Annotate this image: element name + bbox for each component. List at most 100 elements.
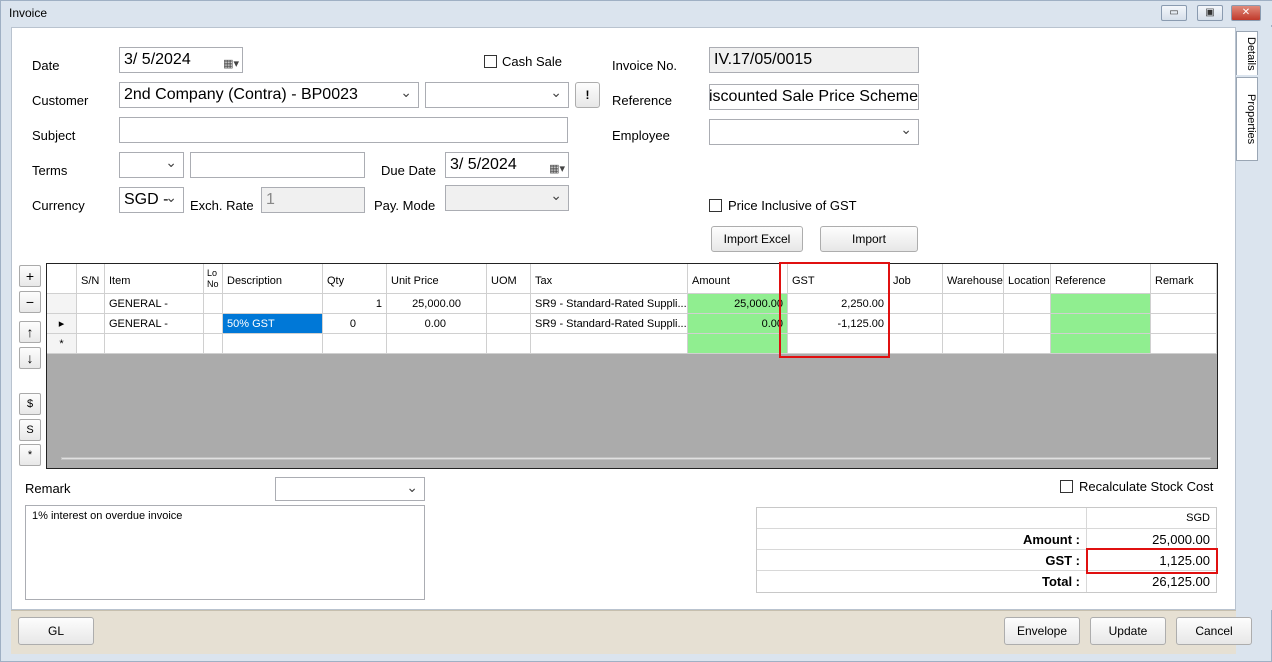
cell-reference[interactable] (1051, 334, 1151, 354)
update-button[interactable]: Update (1090, 617, 1166, 645)
cell-qty[interactable]: 0 (323, 314, 387, 334)
date-picker[interactable]: 3/ 5/2024 ▦▾ (119, 47, 243, 73)
star-button[interactable]: * (19, 444, 41, 466)
employee-select[interactable] (709, 119, 919, 145)
cell-tax[interactable]: SR9 - Standard-Rated Suppli... (531, 294, 688, 314)
move-up-button[interactable]: ↑ (19, 321, 41, 343)
table-row-new[interactable]: * (47, 334, 1217, 354)
cell-description[interactable] (223, 334, 323, 354)
due-date-picker[interactable]: 3/ 5/2024 ▦▾ (445, 152, 569, 178)
customer-secondary-select[interactable] (425, 82, 569, 108)
cell-unit-price[interactable]: 25,000.00 (387, 294, 487, 314)
cell-uom[interactable] (487, 294, 531, 314)
cell-job[interactable] (889, 294, 943, 314)
col-header-sn[interactable]: S/N (77, 264, 105, 294)
col-header-item[interactable]: Item (105, 264, 204, 294)
col-header-unit-price[interactable]: Unit Price (387, 264, 487, 294)
horizontal-scrollbar[interactable] (61, 457, 1211, 460)
reference-field[interactable]: Discounted Sale Price Scheme (709, 84, 919, 110)
col-header-tax[interactable]: Tax (531, 264, 688, 294)
col-header-uom[interactable]: UOM (487, 264, 531, 294)
customer-alert-button[interactable]: ! (575, 82, 600, 108)
cell-item[interactable] (105, 334, 204, 354)
col-header-amount[interactable]: Amount (688, 264, 788, 294)
minimize-button[interactable]: ▭ (1161, 5, 1187, 21)
cell-lot-no[interactable] (204, 314, 223, 334)
cell-item[interactable]: GENERAL - (105, 314, 204, 334)
move-down-button[interactable]: ↓ (19, 347, 41, 369)
col-header-qty[interactable]: Qty (323, 264, 387, 294)
cell-location[interactable] (1004, 294, 1051, 314)
cell-unit-price[interactable] (387, 334, 487, 354)
restore-button[interactable]: ▣ (1197, 5, 1223, 21)
cell-uom[interactable] (487, 334, 531, 354)
cell-uom[interactable] (487, 314, 531, 334)
cell-description[interactable]: 50% GST (223, 314, 323, 334)
remark-textarea[interactable]: 1% interest on overdue invoice (25, 505, 425, 600)
price-inclusive-gst-checkbox[interactable] (709, 199, 722, 212)
cell-sn[interactable] (77, 334, 105, 354)
s-button[interactable]: S (19, 419, 41, 441)
cell-remark[interactable] (1151, 314, 1217, 334)
currency-select[interactable]: SGD - (119, 187, 184, 213)
col-header-reference[interactable]: Reference (1051, 264, 1151, 294)
table-row[interactable]: GENERAL - 1 25,000.00 SR9 - Standard-Rat… (47, 294, 1217, 314)
cell-remark[interactable] (1151, 294, 1217, 314)
tab-details[interactable]: Details (1236, 31, 1258, 75)
recalculate-stock-cost-checkbox[interactable] (1060, 480, 1073, 493)
cancel-button[interactable]: Cancel (1176, 617, 1252, 645)
col-header-job[interactable]: Job (889, 264, 943, 294)
subject-field[interactable] (119, 117, 568, 143)
customer-select[interactable]: 2nd Company (Contra) - BP0023 (119, 82, 419, 108)
cell-lot-no[interactable] (204, 294, 223, 314)
table-row[interactable]: ▸ GENERAL - 50% GST 0 0.00 SR9 - Standar… (47, 314, 1217, 334)
exch-rate-field[interactable]: 1 (261, 187, 365, 213)
cell-location[interactable] (1004, 334, 1051, 354)
calendar-dropdown-icon[interactable]: ▦▾ (549, 157, 565, 177)
cell-tax[interactable] (531, 334, 688, 354)
invoice-no-field[interactable]: IV.17/05/0015 (709, 47, 919, 73)
cell-sn[interactable] (77, 314, 105, 334)
cash-sale-checkbox[interactable] (484, 55, 497, 68)
add-row-button[interactable]: + (19, 265, 41, 287)
col-header-location[interactable]: Location (1004, 264, 1051, 294)
cell-unit-price[interactable]: 0.00 (387, 314, 487, 334)
col-header-remark[interactable]: Remark (1151, 264, 1217, 294)
tab-properties[interactable]: Properties (1236, 77, 1258, 161)
cell-qty[interactable] (323, 334, 387, 354)
cell-reference[interactable] (1051, 294, 1151, 314)
gl-button[interactable]: GL (18, 617, 94, 645)
cell-amount[interactable]: 0.00 (688, 314, 788, 334)
row-indicator[interactable]: ▸ (47, 314, 77, 334)
col-header-description[interactable]: Description (223, 264, 323, 294)
import-excel-button[interactable]: Import Excel (711, 226, 803, 252)
cell-qty[interactable]: 1 (323, 294, 387, 314)
remove-row-button[interactable]: − (19, 291, 41, 313)
remark-template-select[interactable] (275, 477, 425, 501)
row-indicator[interactable]: * (47, 334, 77, 354)
row-indicator[interactable] (47, 294, 77, 314)
cell-tax[interactable]: SR9 - Standard-Rated Suppli... (531, 314, 688, 334)
cell-remark[interactable] (1151, 334, 1217, 354)
cell-description[interactable] (223, 294, 323, 314)
cell-amount[interactable]: 25,000.00 (688, 294, 788, 314)
calendar-dropdown-icon[interactable]: ▦▾ (223, 52, 239, 72)
col-header-warehouse[interactable]: Warehouse (943, 264, 1004, 294)
cell-location[interactable] (1004, 314, 1051, 334)
terms-description-field[interactable] (190, 152, 365, 178)
cell-warehouse[interactable] (943, 314, 1004, 334)
cell-sn[interactable] (77, 294, 105, 314)
cell-lot-no[interactable] (204, 334, 223, 354)
cell-job[interactable] (889, 314, 943, 334)
col-header-lot-no[interactable]: Lo No (204, 264, 223, 294)
dollar-button[interactable]: $ (19, 393, 41, 415)
envelope-button[interactable]: Envelope (1004, 617, 1080, 645)
cell-item[interactable]: GENERAL - (105, 294, 204, 314)
cell-amount[interactable] (688, 334, 788, 354)
pay-mode-select[interactable] (445, 185, 569, 211)
cell-job[interactable] (889, 334, 943, 354)
import-button[interactable]: Import (820, 226, 918, 252)
cell-warehouse[interactable] (943, 294, 1004, 314)
cell-reference[interactable] (1051, 314, 1151, 334)
close-button[interactable]: ✕ (1231, 5, 1261, 21)
